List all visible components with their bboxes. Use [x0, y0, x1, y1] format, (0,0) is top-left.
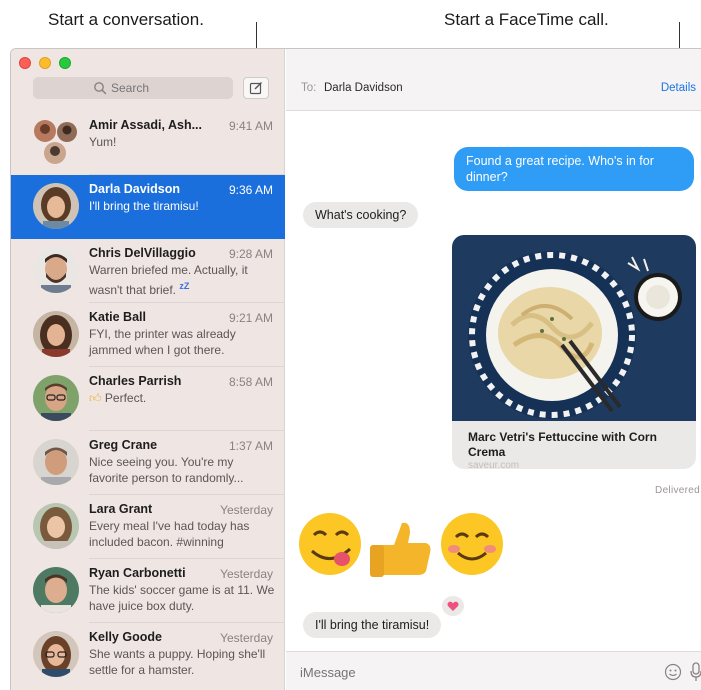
recipient-name[interactable]: Darla Davidson — [324, 82, 403, 94]
conversation-preview: Nice seeing you. You're my favorite pers… — [89, 455, 244, 485]
thumbs-up-icon — [370, 522, 431, 577]
conversation-preview: Warren briefed me. Actually, it wasn't t… — [89, 262, 275, 298]
conversation-row[interactable]: Lara Grant Yesterday Every meal I've had… — [11, 495, 285, 559]
conversation-name: Darla Davidson — [89, 182, 181, 196]
delivery-status: Delivered — [655, 485, 700, 496]
link-preview-card[interactable]: Marc Vetri's Fettuccine with Corn Crema … — [452, 235, 696, 469]
conversation-name: Amir Assadi, Ash... — [89, 118, 202, 132]
conversation-preview: Every meal I've had today has included b… — [89, 519, 250, 549]
compose-icon — [249, 82, 262, 95]
conversation-preview: She wants a puppy. Hoping she'll settle … — [89, 647, 266, 677]
callout-start-conversation: Start a conversation. — [48, 10, 204, 29]
conversation-time: 9:41 AM — [228, 119, 273, 133]
conversation-name: Charles Parrish — [89, 374, 182, 388]
conversation-list: Amir Assadi, Ash... 9:41 AM Yum! Darla D… — [11, 111, 285, 687]
close-window-button[interactable] — [19, 57, 31, 69]
yum-face-icon — [299, 513, 361, 575]
conversation-row[interactable]: Amir Assadi, Ash... 9:41 AM Yum! — [11, 111, 285, 175]
outgoing-message[interactable]: Found a great recipe. Who's in for dinne… — [454, 147, 694, 191]
smiling-face-icon — [441, 513, 503, 575]
conversation-time: Yesterday — [220, 631, 273, 645]
conversation-time: 1:37 AM — [228, 439, 273, 453]
conversation-time: 9:21 AM — [228, 311, 273, 325]
contact-avatar — [33, 311, 79, 357]
conversation-time: 9:28 AM — [228, 247, 273, 261]
compose-button[interactable] — [243, 77, 269, 99]
conversation-preview: The kids' soccer game is at 11. We have … — [89, 583, 275, 613]
zoom-window-button[interactable] — [59, 57, 71, 69]
snooze-icon: zZ — [179, 281, 190, 291]
contact-avatar — [33, 567, 79, 613]
details-button[interactable]: Details — [661, 82, 696, 94]
conversation-row[interactable]: Ryan Carbonetti Yesterday The kids' socc… — [11, 559, 285, 623]
search-icon — [94, 82, 107, 95]
conversation-time: Yesterday — [220, 503, 273, 517]
minimize-window-button[interactable] — [39, 57, 51, 69]
conversation-preview: FYI, the printer was already jammed when… — [89, 327, 236, 357]
conversation-name: Katie Ball — [89, 310, 146, 324]
heart-tapback-icon[interactable] — [442, 596, 464, 616]
conversation-row[interactable]: Chris DelVillaggio 9:28 AM Warren briefe… — [11, 239, 285, 303]
screenshot-stage: Start a conversation. Start a FaceTime c… — [0, 0, 701, 690]
conversation-name: Chris DelVillaggio — [89, 246, 196, 260]
conversation-pane: To: Darla Davidson Details Found a great… — [286, 49, 701, 690]
contact-avatar — [33, 503, 79, 549]
conversation-row[interactable]: Charles Parrish 8:58 AM 👍︎ Perfect. — [11, 367, 285, 431]
callout-start-facetime: Start a FaceTime call. — [444, 10, 609, 29]
contact-avatar — [33, 439, 79, 485]
conversation-preview: 👍︎ Perfect. — [89, 390, 275, 406]
incoming-message[interactable]: What's cooking? — [303, 202, 419, 228]
conversation-row[interactable]: Kelly Goode Yesterday She wants a puppy.… — [11, 623, 285, 687]
incoming-message[interactable]: I'll bring the tiramisu! — [303, 612, 442, 638]
heart-icon — [447, 601, 459, 611]
conversation-preview-text: Perfect. — [104, 391, 147, 405]
conversation-preview: I'll bring the tiramisu! — [89, 199, 199, 213]
emoji-picker-icon[interactable] — [664, 663, 682, 681]
search-input[interactable] — [111, 80, 221, 96]
conversation-preview-text: Warren briefed me. Actually, it wasn't t… — [89, 263, 248, 297]
conversation-row[interactable]: Katie Ball 9:21 AM FYI, the printer was … — [11, 303, 285, 367]
conversation-preview: Yum! — [89, 135, 117, 149]
conversation-name: Ryan Carbonetti — [89, 566, 186, 580]
message-input[interactable] — [300, 661, 640, 683]
conversation-time: 8:58 AM — [228, 375, 273, 389]
group-avatar — [34, 120, 77, 164]
conversation-time: 9:36 AM — [228, 183, 273, 197]
messages-window: Amir Assadi, Ash... 9:41 AM Yum! Darla D… — [10, 48, 701, 690]
contact-avatar — [33, 183, 79, 229]
thumbs-up-icon: 👍︎ — [89, 391, 102, 405]
contact-avatar — [33, 375, 79, 421]
conversation-name: Greg Crane — [89, 438, 158, 452]
to-label: To: — [301, 82, 317, 94]
message-input-bar — [286, 651, 701, 690]
pasta-dish-image — [452, 235, 696, 421]
conversation-name: Lara Grant — [89, 502, 153, 516]
conversation-row-selected[interactable]: Darla Davidson 9:36 AM I'll bring the ti… — [11, 175, 285, 239]
microphone-icon[interactable] — [690, 662, 701, 682]
link-card-title: Marc Vetri's Fettuccine with Corn Crema — [468, 430, 657, 459]
search-field[interactable] — [33, 77, 233, 99]
conversation-time: Yesterday — [220, 567, 273, 581]
conversation-row[interactable]: Greg Crane 1:37 AM Nice seeing you. You'… — [11, 431, 285, 495]
link-card-domain: saveur.com — [468, 460, 520, 469]
contact-avatar — [33, 247, 79, 293]
conversation-sidebar: Amir Assadi, Ash... 9:41 AM Yum! Darla D… — [11, 49, 285, 690]
contact-avatar — [33, 631, 79, 677]
conversation-name: Kelly Goode — [89, 630, 162, 644]
conversation-header: To: Darla Davidson Details — [286, 49, 701, 111]
emoji-message[interactable] — [298, 509, 518, 579]
